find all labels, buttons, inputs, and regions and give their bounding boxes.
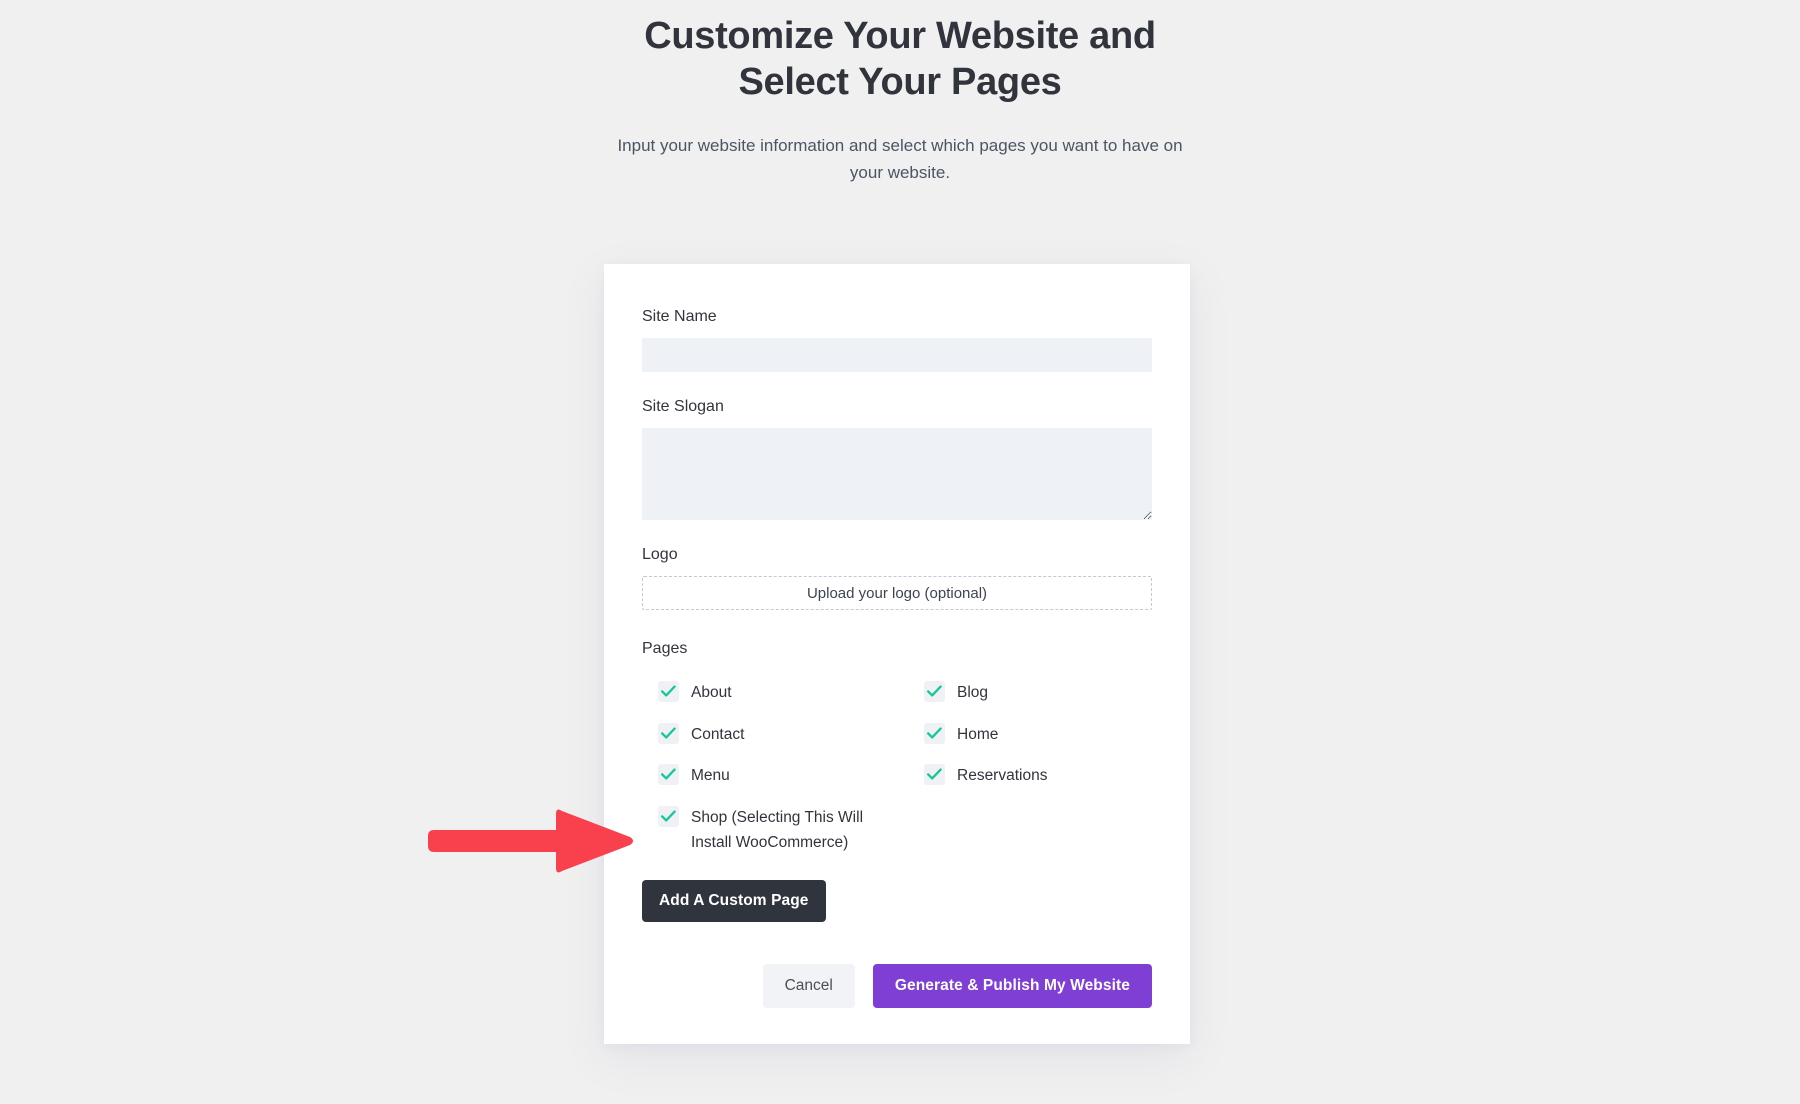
page-checkbox-reservations[interactable]: Reservations [908, 755, 1152, 797]
form-action-row: Cancel Generate & Publish My Website [642, 963, 1152, 1008]
logo-upload-text: Upload your logo (optional) [806, 584, 988, 602]
site-slogan-label: Site Slogan [642, 398, 724, 415]
logo-field-group: Logo Upload your logo (optional) [642, 546, 1152, 610]
page-checkbox-shop[interactable]: Shop (Selecting This Will Install WooCom… [642, 797, 886, 864]
pages-label: Pages [642, 640, 688, 657]
page-label: Contact [691, 725, 745, 743]
page-checkbox-blog[interactable]: Blog [908, 672, 1152, 714]
page-subtitle: Input your website information and selec… [617, 136, 1183, 182]
site-name-field-group: Site Name [642, 308, 1152, 372]
page-checkbox-about[interactable]: About [642, 672, 886, 714]
site-name-label: Site Name [642, 308, 717, 325]
cancel-button[interactable]: Cancel [762, 963, 855, 1008]
page-title: Customize Your Website and Select Your P… [644, 15, 1156, 103]
pages-checkbox-grid: About Blog Contact Home Menu Reservation… [642, 672, 1152, 864]
page-label: Home [957, 725, 999, 743]
logo-upload-dropzone[interactable]: Upload your logo (optional) [642, 576, 1152, 610]
page-checkbox-contact[interactable]: Contact [642, 714, 886, 756]
page-label: Shop (Selecting This Will Install WooCom… [691, 808, 864, 852]
customize-form-card: Site Name Site Slogan Logo Upload your l… [604, 264, 1190, 1044]
add-custom-page-button[interactable]: Add A Custom Page [642, 879, 826, 922]
page-label: Blog [957, 684, 989, 701]
logo-label: Logo [642, 546, 678, 563]
pages-section: Pages About Blog Contact Home Menu Reser… [642, 640, 1152, 922]
site-name-input[interactable] [642, 338, 1152, 372]
page-label: Reservations [957, 767, 1048, 785]
page-label: About [691, 684, 732, 701]
page-checkbox-menu[interactable]: Menu [642, 755, 886, 797]
check-icon [924, 681, 945, 702]
check-icon [658, 722, 679, 744]
check-icon [658, 764, 679, 786]
site-slogan-textarea[interactable] [642, 428, 1152, 520]
customize-form-card-wrapper: Site Name Site Slogan Logo Upload your l… [604, 264, 1190, 1044]
page-checkbox-home[interactable]: Home [908, 714, 1152, 756]
check-icon [924, 722, 945, 744]
site-slogan-field-group: Site Slogan [642, 398, 1152, 520]
page-header: Customize Your Website and Select Your P… [0, 0, 1800, 186]
generate-publish-button[interactable]: Generate & Publish My Website [872, 963, 1152, 1008]
check-icon [924, 764, 945, 786]
check-icon [658, 805, 679, 827]
check-icon [658, 681, 679, 702]
page-label: Menu [691, 767, 730, 785]
